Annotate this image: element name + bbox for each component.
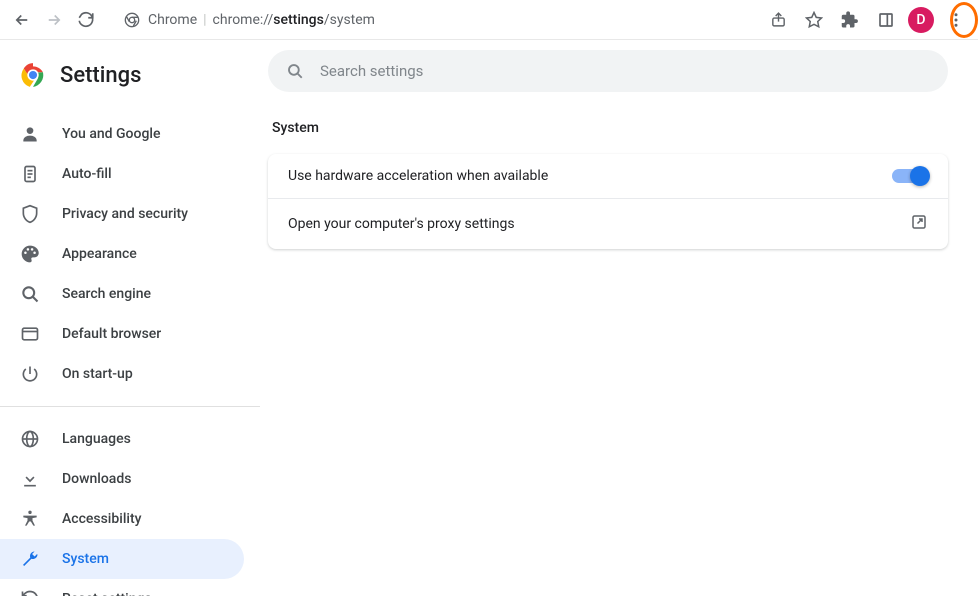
sidebar-item-privacy[interactable]: Privacy and security — [0, 194, 244, 234]
nav-list-secondary: Languages Downloads Accessibility System… — [0, 419, 260, 596]
sidebar-item-search-engine[interactable]: Search engine — [0, 274, 244, 314]
sidebar-item-accessibility[interactable]: Accessibility — [0, 499, 244, 539]
reload-button[interactable] — [72, 6, 100, 34]
nav-list-primary: You and Google Auto-fill Privacy and sec… — [0, 104, 260, 394]
back-button[interactable] — [8, 6, 36, 34]
arrow-right-icon — [45, 11, 63, 29]
sidebar-item-languages[interactable]: Languages — [0, 419, 244, 459]
bookmark-button[interactable] — [800, 6, 828, 34]
browser-icon — [20, 324, 40, 344]
setting-hardware-acceleration[interactable]: Use hardware acceleration when available — [268, 154, 948, 198]
setting-proxy-settings[interactable]: Open your computer's proxy settings — [268, 198, 948, 249]
sidebar-item-you-and-google[interactable]: You and Google — [0, 114, 244, 154]
more-vert-icon — [947, 11, 965, 29]
sidebar-item-label: Auto-fill — [62, 166, 112, 182]
wrench-icon — [20, 549, 40, 569]
toggle-knob — [910, 166, 930, 186]
sidebar-item-label: You and Google — [62, 126, 160, 142]
sidebar-item-label: Privacy and security — [62, 206, 188, 222]
forward-button[interactable] — [40, 6, 68, 34]
reset-icon — [20, 589, 40, 596]
shield-icon — [20, 204, 40, 224]
star-icon — [805, 11, 823, 29]
sidebar-item-startup[interactable]: On start-up — [0, 354, 244, 394]
page-title: Settings — [60, 63, 141, 88]
extensions-button[interactable] — [836, 6, 864, 34]
reload-icon — [77, 11, 95, 29]
sidebar-item-system[interactable]: System — [0, 539, 244, 579]
sidebar-item-label: Accessibility — [62, 511, 141, 527]
setting-label: Use hardware acceleration when available — [288, 168, 548, 184]
autofill-icon — [20, 164, 40, 184]
search-icon — [20, 284, 40, 304]
sidebar-item-label: Default browser — [62, 326, 161, 342]
nav-divider — [0, 406, 260, 407]
sidebar-item-label: Search engine — [62, 286, 151, 302]
puzzle-icon — [841, 11, 859, 29]
sidebar-item-appearance[interactable]: Appearance — [0, 234, 244, 274]
person-icon — [20, 124, 40, 144]
sidebar-item-label: On start-up — [62, 366, 133, 382]
search-icon — [286, 62, 304, 80]
palette-icon — [20, 244, 40, 264]
browser-toolbar: Chrome|chrome://settings/system D — [0, 0, 978, 40]
search-settings[interactable] — [268, 50, 948, 92]
sidepanel-icon — [878, 12, 894, 28]
sidebar-item-label: Downloads — [62, 471, 131, 487]
main-panel: System Use hardware acceleration when av… — [260, 40, 978, 596]
toolbar-right: D — [764, 6, 970, 34]
profile-avatar[interactable]: D — [908, 7, 934, 33]
chrome-site-icon — [124, 12, 140, 28]
sidebar: Settings You and Google Auto-fill Privac… — [0, 40, 260, 596]
sidebar-item-reset[interactable]: Reset settings — [0, 579, 244, 596]
sidebar-item-label: Appearance — [62, 246, 137, 262]
sidebar-item-default-browser[interactable]: Default browser — [0, 314, 244, 354]
external-link-icon — [910, 213, 928, 235]
section-title: System — [272, 120, 954, 136]
setting-label: Open your computer's proxy settings — [288, 216, 515, 232]
arrow-left-icon — [13, 11, 31, 29]
globe-icon — [20, 429, 40, 449]
menu-button[interactable] — [942, 6, 970, 34]
avatar-letter: D — [916, 12, 925, 28]
chrome-logo-icon — [20, 62, 46, 88]
sidebar-item-label: Languages — [62, 431, 131, 447]
sidebar-header: Settings — [0, 52, 260, 104]
sidebar-item-autofill[interactable]: Auto-fill — [0, 154, 244, 194]
power-icon — [20, 364, 40, 384]
sidepanel-button[interactable] — [872, 6, 900, 34]
sidebar-item-downloads[interactable]: Downloads — [0, 459, 244, 499]
share-icon — [770, 11, 787, 28]
share-button[interactable] — [764, 6, 792, 34]
sidebar-item-label: Reset settings — [62, 591, 152, 596]
toggle-switch[interactable] — [892, 169, 928, 183]
accessibility-icon — [20, 509, 40, 529]
address-bar[interactable]: Chrome|chrome://settings/system — [112, 5, 752, 35]
search-input[interactable] — [320, 62, 930, 80]
download-icon — [20, 469, 40, 489]
address-text: Chrome|chrome://settings/system — [148, 12, 740, 28]
settings-card: Use hardware acceleration when available… — [268, 154, 948, 249]
sidebar-item-label: System — [62, 551, 109, 567]
